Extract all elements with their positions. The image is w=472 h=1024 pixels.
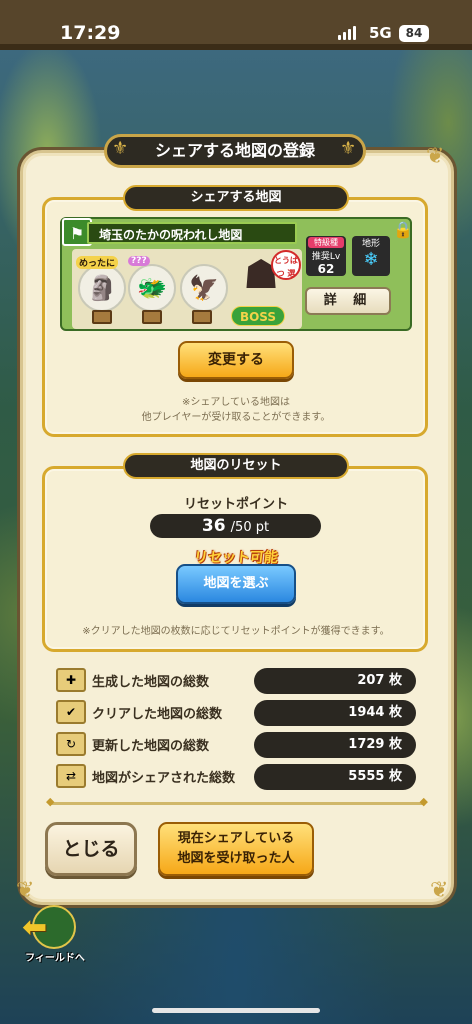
- terrain-box: 地形 ❄: [352, 236, 390, 276]
- boss-label: BOSS: [231, 306, 285, 326]
- home-indicator[interactable]: [152, 1008, 320, 1013]
- recommended-lv-value: 62: [317, 262, 335, 276]
- rarity-badge: めったに: [76, 256, 119, 269]
- fleur-icon: ⚜: [340, 138, 357, 159]
- reset-points-label: リセットポイント: [183, 497, 288, 512]
- stat-label: クリアした地図の総数: [92, 707, 223, 722]
- stat-label: 地図がシェアされた総数: [92, 771, 236, 786]
- stat-label: 生成した地図の総数: [92, 675, 210, 690]
- map-plus-icon: ✚: [56, 668, 86, 692]
- stat-row-updated: ↻ 更新した地図の総数 1729 枚: [56, 732, 418, 758]
- reset-points-current: 36: [201, 516, 226, 536]
- select-map-button[interactable]: 地図を選ぶ: [176, 564, 296, 604]
- stat-value: 1729 枚: [254, 732, 416, 758]
- recommended-lv-label: 推奨Lv: [311, 252, 341, 262]
- rarity-badge: ???: [128, 256, 150, 266]
- reset-points-max: /50 pt: [230, 520, 270, 535]
- status-bar: 17:29 5G 84: [0, 0, 472, 44]
- stat-value: 5555 枚: [254, 764, 416, 790]
- divider: [46, 795, 428, 808]
- back-arrow-icon: ⬅: [22, 910, 48, 945]
- receivers-button-line2: 地図を受け取った人: [177, 851, 295, 866]
- detail-button[interactable]: 詳 細: [305, 287, 391, 315]
- fleur-icon: ⚜: [112, 138, 129, 159]
- chest-icon: [142, 310, 162, 324]
- change-map-button[interactable]: 変更する: [178, 341, 294, 379]
- map-reset-heading: 地図のリセット: [123, 453, 349, 479]
- recommended-level-box: 特級種 推奨Lv 62: [306, 236, 346, 276]
- corner-ornament-icon: ❦: [16, 878, 35, 903]
- reset-points-bar: 36 /50 pt: [150, 514, 321, 538]
- stat-row-shared: ⇄ 地図がシェアされた総数 5555 枚: [56, 764, 418, 790]
- stat-value: 207 枚: [254, 668, 416, 694]
- stat-label: 更新した地図の総数: [92, 739, 210, 754]
- battery-icon: 84: [399, 25, 429, 42]
- rank-tag: 特級種: [308, 237, 344, 248]
- signal-icon: [338, 26, 358, 40]
- receivers-button-line1: 現在シェアしている: [177, 831, 295, 846]
- receivers-button[interactable]: 現在シェアしている 地図を受け取った人: [158, 822, 314, 876]
- chest-icon: [192, 310, 212, 324]
- share-note-line2: 他プレイヤーが受け取ることができます。: [141, 412, 331, 423]
- close-button[interactable]: とじる: [45, 822, 137, 876]
- corner-ornament-icon: ❦: [430, 878, 449, 903]
- network-type: 5G: [369, 24, 392, 42]
- map-refresh-icon: ↻: [56, 732, 86, 756]
- map-name: 埼玉のたかの呪われし地図: [87, 222, 297, 244]
- dialog-title: シェアする地図の登録: [104, 134, 366, 168]
- reset-note: ※クリアした地図の枚数に応じてリセットポイントが獲得できます。: [82, 626, 390, 637]
- map-check-icon: ✔: [56, 700, 86, 724]
- monster-beast-icon: 🐲: [128, 264, 176, 312]
- status-time: 17:29: [60, 22, 121, 44]
- map-share-icon: ⇄: [56, 764, 86, 788]
- share-map-heading: シェアする地図: [123, 185, 349, 211]
- corner-ornament-icon: ❦: [426, 144, 445, 169]
- stat-value: 1944 枚: [254, 700, 416, 726]
- stat-row-cleared: ✔ クリアした地図の総数 1944 枚: [56, 700, 418, 726]
- stat-row-generated: ✚ 生成した地図の総数 207 枚: [56, 668, 418, 694]
- snowflake-icon: ❄: [363, 249, 379, 270]
- share-note-line1: ※シェアしている地図は: [181, 397, 291, 408]
- monster-bird-icon: 🦅: [180, 264, 228, 312]
- field-button[interactable]: ⬅ フィールドへ: [20, 905, 90, 967]
- terrain-label: 地形: [361, 239, 380, 249]
- top-border: [0, 44, 472, 50]
- subjugation-stamp: とうばつ 選: [271, 250, 301, 280]
- lock-icon[interactable]: 🔒: [393, 220, 413, 239]
- chest-icon: [92, 310, 112, 324]
- monster-golem-icon: 🗿: [78, 264, 126, 312]
- field-button-label: フィールドへ: [25, 953, 85, 964]
